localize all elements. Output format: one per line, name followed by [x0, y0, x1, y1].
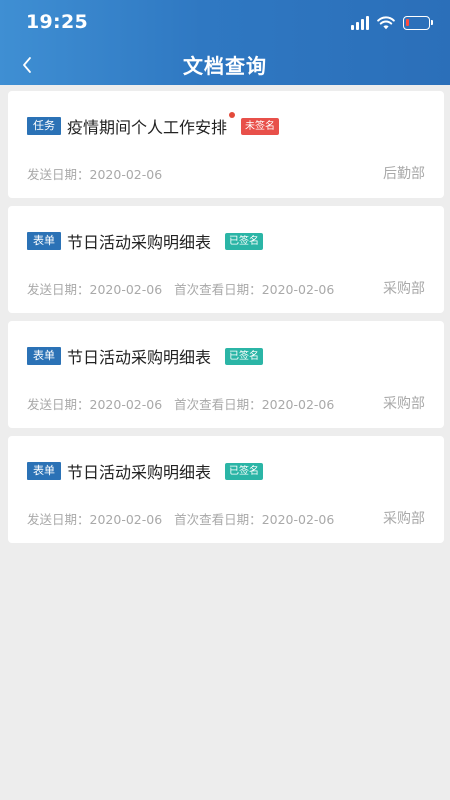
battery-level-fill	[406, 19, 409, 26]
card-dates: 发送日期：2020-02-06 首次查看日期：2020-02-06	[27, 394, 334, 413]
send-date: 2020-02-06	[89, 167, 163, 182]
send-date: 2020-02-06	[89, 282, 163, 297]
sign-status-badge: 已签名	[225, 462, 264, 480]
document-type-tag: 表单	[27, 347, 61, 365]
card-dates: 发送日期：2020-02-06 首次查看日期：2020-02-06	[27, 509, 334, 528]
signal-icon	[351, 16, 369, 30]
status-time: 19:25	[26, 11, 88, 33]
app-header: 19:25 文档查询	[0, 0, 450, 85]
department: 采购部	[383, 511, 425, 527]
send-date-label: 发送日期：	[27, 167, 90, 182]
document-card[interactable]: 表单 节日活动采购明细表 已签名 发送日期：2020-02-06 首次查看日期：2…	[8, 206, 444, 313]
document-type-tag: 表单	[27, 462, 61, 480]
department: 后勤部	[383, 166, 425, 182]
document-title: 疫情期间个人工作安排	[67, 112, 236, 138]
status-bar: 19:25	[0, 0, 450, 46]
card-header: 表单 节日活动采购明细表 已签名	[27, 345, 264, 367]
view-date-label: 首次查看日期：	[174, 282, 262, 297]
view-date: 2020-02-06	[261, 512, 335, 527]
document-card[interactable]: 表单 节日活动采购明细表 已签名 发送日期：2020-02-06 首次查看日期：2…	[8, 436, 444, 543]
status-icons	[351, 13, 433, 33]
document-card[interactable]: 表单 节日活动采购明细表 已签名 发送日期：2020-02-06 首次查看日期：2…	[8, 321, 444, 428]
page-title: 文档查询	[183, 54, 267, 78]
document-title: 节日活动采购明细表	[67, 233, 212, 252]
card-header: 表单 节日活动采购明细表 已签名	[27, 230, 264, 252]
view-date-label: 首次查看日期：	[174, 397, 262, 412]
send-date: 2020-02-06	[89, 512, 163, 527]
nav-bar: 文档查询	[0, 46, 450, 85]
unread-dot-icon	[229, 112, 236, 118]
send-date: 2020-02-06	[89, 397, 163, 412]
document-type-tag: 表单	[27, 232, 61, 250]
document-list: 任务 疫情期间个人工作安排 未签名 发送日期：2020-02-06 后勤部 表单…	[8, 91, 444, 551]
sign-status-badge: 未签名	[241, 117, 280, 135]
department: 采购部	[383, 396, 425, 412]
card-dates: 发送日期：2020-02-06 首次查看日期：2020-02-06	[27, 279, 334, 298]
sign-status-badge: 已签名	[225, 347, 264, 365]
document-card[interactable]: 任务 疫情期间个人工作安排 未签名 发送日期：2020-02-06 后勤部	[8, 91, 444, 198]
document-title-text: 疫情期间个人工作安排	[67, 118, 228, 137]
view-date: 2020-02-06	[261, 397, 335, 412]
send-date-label: 发送日期：	[27, 397, 90, 412]
department: 采购部	[383, 281, 425, 297]
view-date: 2020-02-06	[261, 282, 335, 297]
wifi-icon	[377, 16, 395, 30]
send-date-label: 发送日期：	[27, 512, 90, 527]
card-dates: 发送日期：2020-02-06	[27, 164, 162, 183]
card-header: 表单 节日活动采购明细表 已签名	[27, 460, 264, 482]
view-date-label: 首次查看日期：	[174, 512, 262, 527]
document-type-tag: 任务	[27, 117, 61, 135]
document-title: 节日活动采购明细表	[67, 463, 212, 482]
card-header: 任务 疫情期间个人工作安排 未签名	[27, 112, 280, 138]
sign-status-badge: 已签名	[225, 232, 264, 250]
document-title: 节日活动采购明细表	[67, 348, 212, 367]
send-date-label: 发送日期：	[27, 282, 90, 297]
battery-icon	[403, 16, 433, 30]
